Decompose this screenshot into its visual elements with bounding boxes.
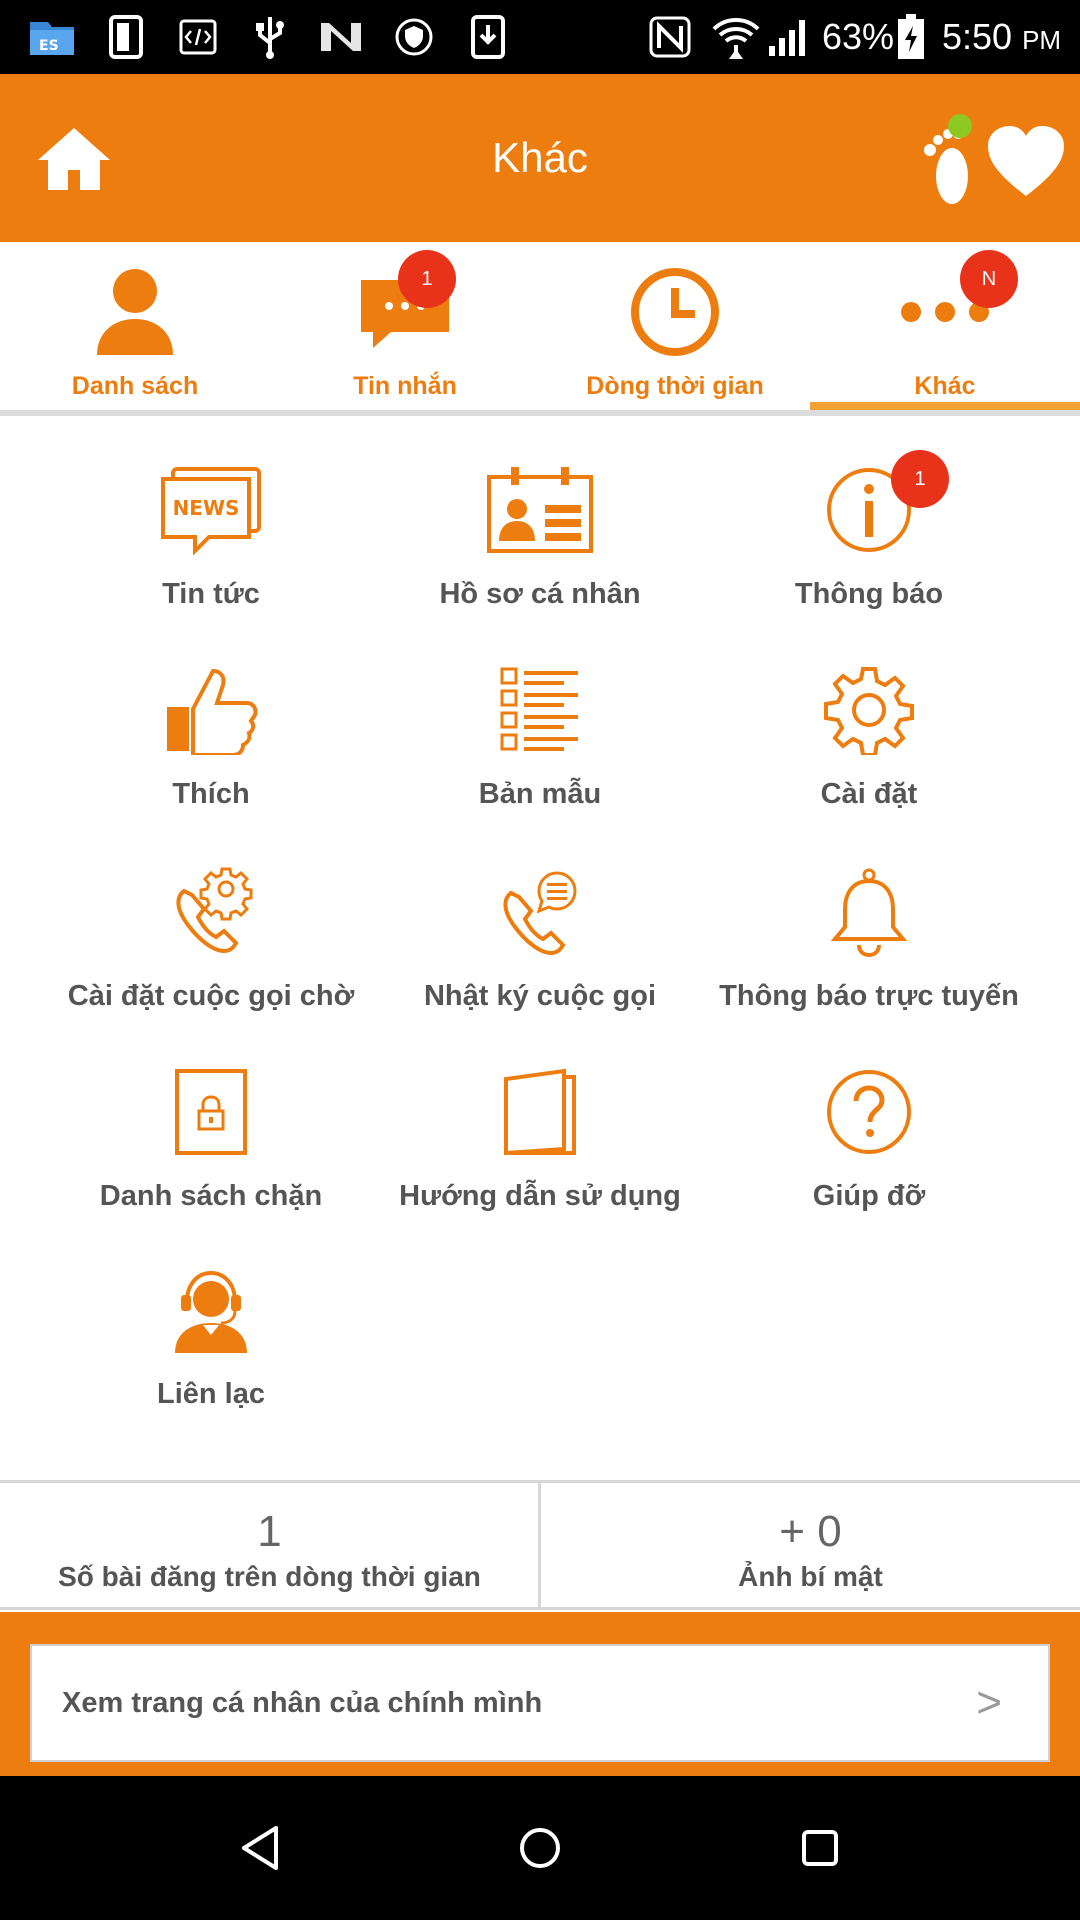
secret-label: Ảnh bí mật — [738, 1561, 883, 1592]
book-icon — [485, 1062, 595, 1162]
usb-icon — [250, 14, 290, 60]
view-profile-label: Xem trang cá nhân của chính mình — [62, 1687, 543, 1719]
nfc-icon — [648, 14, 692, 60]
download-icon — [468, 14, 508, 60]
menu-item-giup-do[interactable]: Giúp đỡ — [699, 1052, 1039, 1242]
phone-gear-icon — [156, 862, 266, 962]
menu-item-danh-sach-chan[interactable]: Danh sách chặn — [41, 1052, 381, 1242]
n-logo-icon — [316, 14, 366, 60]
menu-label: Bản mẫu — [478, 778, 602, 810]
phone-device-icon — [106, 14, 146, 60]
clock-time: 5:50 PM — [942, 16, 1062, 57]
footprint-icon[interactable] — [918, 114, 988, 214]
clock-icon — [625, 262, 725, 362]
menu-label: Nhật ký cuộc gọi — [423, 980, 657, 1012]
secret-photos-stat[interactable]: + 0 Ảnh bí mật — [541, 1483, 1080, 1607]
menu-label: Cài đặt cuộc gọi chờ — [67, 980, 355, 1012]
menu-label: Thông báo trực tuyến — [719, 980, 1019, 1012]
tab-divider — [0, 410, 1080, 416]
menu-item-nhat-ky-cuoc-goi[interactable]: Nhật ký cuộc gọi — [370, 852, 710, 1042]
svg-text:NEWS: NEWS — [173, 496, 240, 520]
menu-item-cai-dat[interactable]: Cài đặt — [699, 650, 1039, 840]
menu-label: Giúp đỡ — [812, 1180, 926, 1212]
view-own-profile-button[interactable]: Xem trang cá nhân của chính mình > — [30, 1644, 1050, 1762]
signal-icon — [766, 14, 812, 60]
bell-icon — [814, 862, 924, 962]
phone-log-icon — [485, 862, 595, 962]
menu-item-cai-dat-cuoc-goi-cho[interactable]: Cài đặt cuộc gọi chờ — [41, 852, 381, 1042]
menu-item-thong-bao-truc-tuyen[interactable]: Thông báo trực tuyến — [699, 852, 1039, 1042]
chevron-right-icon: > — [976, 1678, 1002, 1727]
message-badge: 1 — [398, 250, 456, 308]
app-bar: Khác — [0, 74, 1080, 242]
menu-item-huong-dan[interactable]: Hướng dẫn sử dụng — [370, 1052, 710, 1242]
tab-label: Tin nhắn — [353, 372, 457, 400]
gear-icon — [814, 660, 924, 760]
posts-count: 1 — [257, 1507, 282, 1556]
thumbs-up-icon — [156, 660, 266, 760]
tab-label: Danh sách — [71, 372, 199, 400]
tab-label: Khác — [914, 372, 976, 400]
menu-label: Tin tức — [162, 578, 260, 610]
battery-icon — [896, 14, 926, 60]
status-bar: ES 63% 5:50 PM — [0, 0, 1080, 74]
file-manager-icon: ES — [24, 14, 80, 60]
stats-bar: 1 Số bài đăng trên dòng thời gian + 0 Ản… — [0, 1480, 1080, 1610]
menu-item-thich[interactable]: Thích — [41, 650, 381, 840]
wifi-icon — [712, 14, 760, 60]
shield-icon — [394, 14, 434, 60]
menu-item-thong-bao[interactable]: 1 Thông báo — [699, 450, 1039, 640]
heart-icon[interactable] — [986, 124, 1066, 200]
active-tab-indicator — [810, 402, 1080, 410]
lock-door-icon — [156, 1062, 266, 1162]
menu-item-tin-tuc[interactable]: NEWS Tin tức — [41, 450, 381, 640]
template-list-icon — [485, 660, 595, 760]
recents-icon[interactable] — [784, 1812, 856, 1884]
menu-item-lien-lac[interactable]: Liên lạc — [41, 1250, 381, 1440]
new-badge: N — [960, 250, 1018, 308]
menu-label: Hồ sơ cá nhân — [439, 578, 641, 610]
menu-label: Cài đặt — [820, 778, 918, 810]
svg-text:ES: ES — [39, 38, 59, 54]
code-icon — [178, 14, 218, 60]
tab-danh-sach[interactable]: Danh sách — [0, 242, 270, 410]
tab-label: Dòng thời gian — [586, 372, 764, 400]
back-icon[interactable] — [224, 1812, 296, 1884]
person-icon — [85, 262, 185, 362]
posts-label: Số bài đăng trên dòng thời gian — [58, 1561, 481, 1592]
news-icon: NEWS — [156, 460, 266, 560]
menu-item-ban-mau[interactable]: Bản mẫu — [370, 650, 710, 840]
tab-bar: Danh sách 1 Tin nhắn Dòng thời gian N Kh… — [0, 242, 1080, 416]
profile-card-icon — [485, 460, 595, 560]
tab-dong-thoi-gian[interactable]: Dòng thời gian — [540, 242, 810, 410]
help-icon — [814, 1062, 924, 1162]
menu-label: Hướng dẫn sử dụng — [399, 1180, 681, 1212]
support-agent-icon — [156, 1260, 266, 1360]
secret-count: + 0 — [779, 1507, 842, 1556]
menu-label: Danh sách chặn — [99, 1180, 323, 1212]
tab-khac[interactable]: N Khác — [810, 242, 1080, 410]
menu-label: Thông báo — [794, 578, 944, 610]
menu-item-ho-so[interactable]: Hồ sơ cá nhân — [370, 450, 710, 640]
home-circle-icon[interactable] — [504, 1812, 576, 1884]
system-nav-bar — [0, 1776, 1080, 1920]
menu-label: Liên lạc — [157, 1378, 265, 1410]
profile-bar: Xem trang cá nhân của chính mình > — [0, 1612, 1080, 1776]
battery-percent: 63% — [822, 16, 895, 57]
notification-badge: 1 — [891, 450, 949, 508]
menu-label: Thích — [172, 778, 250, 810]
timeline-posts-stat[interactable]: 1 Số bài đăng trên dòng thời gian — [0, 1483, 539, 1607]
tab-tin-nhan[interactable]: 1 Tin nhắn — [270, 242, 540, 410]
